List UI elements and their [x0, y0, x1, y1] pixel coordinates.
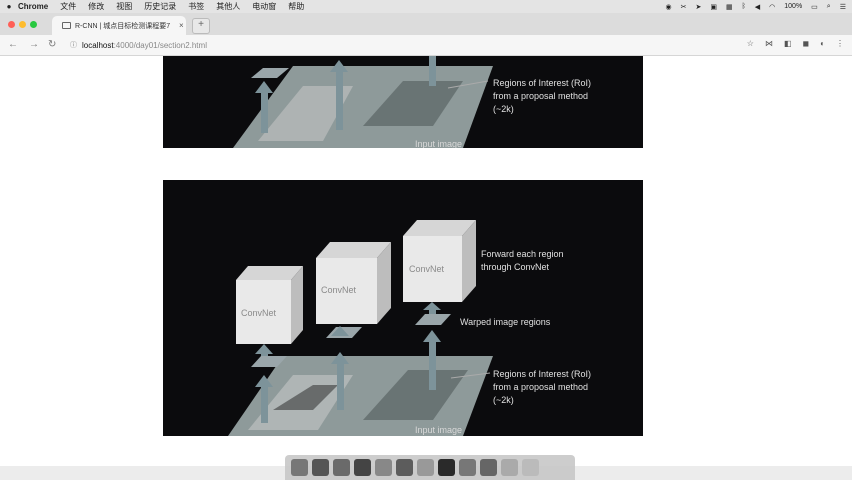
warped-label: Warped image regions	[460, 317, 551, 327]
new-tab-button[interactable]: +	[192, 18, 210, 34]
forward-label-line2: through ConvNet	[481, 262, 550, 272]
toolbar-icons: ☆ ⋈ ◧ ◼ ◐ ⋮	[747, 39, 844, 48]
macos-menubar: ● Chrome 文件 修改 视图 历史记录 书签 其他人 电动窗 帮助 ◉ ✂…	[0, 0, 852, 13]
forward-label-line1: Forward each region	[481, 249, 564, 259]
menu-item-history[interactable]: 历史记录	[144, 1, 176, 12]
roi-label-line2: from a proposal method	[493, 91, 588, 101]
roi-label-line1: Regions of Interest (RoI)	[493, 78, 591, 88]
slide-image-bottom: ConvNet ConvNet ConvNet Forward each reg…	[163, 180, 643, 436]
arrow-shaft	[429, 56, 436, 86]
address-bar[interactable]: ⓘ localhost :4000/day01/section2.html	[70, 38, 730, 52]
app-dock-icon[interactable]	[480, 459, 497, 476]
back-arrow-icon[interactable]: ←	[8, 39, 18, 50]
profile-icon[interactable]: ◐	[820, 39, 825, 48]
battery-percent: 100%	[784, 3, 803, 10]
roi-label-line2: from a proposal method	[493, 382, 588, 392]
menu-dots-icon[interactable]: ⋮	[836, 39, 844, 48]
slide-image-top: Regions of Interest (RoI) from a proposa…	[163, 56, 643, 148]
arrow-head-3	[423, 330, 441, 342]
menu-item-bookmarks[interactable]: 书签	[188, 1, 204, 12]
minimize-window-icon[interactable]	[19, 21, 26, 28]
tab-title: R-CNN | 城点目标检测课程要7	[75, 22, 171, 30]
downloads-dock-icon[interactable]	[501, 459, 518, 476]
safari-dock-icon[interactable]	[333, 459, 350, 476]
input-image-label: Input image	[415, 425, 462, 435]
roi-label-line3: (~2k)	[493, 395, 514, 405]
extension-icon-2[interactable]: ◧	[784, 39, 792, 48]
wifi-icon[interactable]: ◠	[769, 3, 775, 11]
bluetooth-icon[interactable]: ᛒ	[742, 3, 746, 10]
arrow-shaft-3	[429, 340, 436, 390]
arrow-shaft	[336, 70, 343, 130]
arrow-shaft	[261, 91, 268, 133]
dock	[285, 455, 575, 480]
reload-icon[interactable]: ↻	[48, 39, 56, 50]
url-host: localhost	[82, 40, 114, 50]
menu-item-file[interactable]: 文件	[60, 1, 76, 12]
tab-close-icon[interactable]: ×	[179, 21, 184, 30]
roi-label-line3: (~2k)	[493, 104, 514, 114]
launchpad-dock-icon[interactable]	[312, 459, 329, 476]
textedit-dock-icon[interactable]	[459, 459, 476, 476]
trash-dock-icon[interactable]	[522, 459, 539, 476]
menu-item-window[interactable]: 电动窗	[252, 1, 276, 12]
battery-icon[interactable]: ▭	[811, 3, 818, 11]
convnet-label-3: ConvNet	[409, 264, 445, 274]
menu-item-edit[interactable]: 修改	[88, 1, 104, 12]
pycharm-dock-icon[interactable]	[354, 459, 371, 476]
chrome-dock-icon[interactable]	[396, 459, 413, 476]
menu-item-help[interactable]: 帮助	[288, 1, 304, 12]
tab-active[interactable]: R-CNN | 城点目标检测课程要7 ×	[52, 16, 186, 35]
tab-strip: R-CNN | 城点目标检测课程要7 ×	[0, 13, 852, 35]
location-icon[interactable]: ➤	[695, 3, 701, 11]
window-controls	[8, 21, 37, 28]
rcnn-diagram-top: Regions of Interest (RoI) from a proposa…	[233, 56, 591, 148]
input-image-label: Input image	[415, 139, 462, 148]
preferences-dock-icon[interactable]	[417, 459, 434, 476]
menu-app-name[interactable]: Chrome	[18, 2, 48, 11]
grid-icon[interactable]: ▦	[726, 3, 733, 11]
convnet-label-2: ConvNet	[321, 285, 357, 295]
terminal-dock-icon[interactable]	[438, 459, 455, 476]
roi-label-line1: Regions of Interest (RoI)	[493, 369, 591, 379]
list-icon[interactable]: ☰	[840, 3, 846, 11]
convnet-label-1: ConvNet	[241, 308, 277, 318]
toolbar: ← → ↻ ⓘ localhost :4000/day01/section2.h…	[0, 35, 852, 56]
preview-dock-icon[interactable]	[375, 459, 392, 476]
menu-item-view[interactable]: 视图	[116, 1, 132, 12]
zoom-window-icon[interactable]	[30, 21, 37, 28]
status-icons: ◉ ✂ ➤ ▣ ▦ ᛒ ◀ ◠ 100% ▭ ⌕ ☰	[665, 0, 846, 13]
arrow-head-4	[255, 344, 273, 354]
arrow-head	[255, 81, 273, 93]
finder-dock-icon[interactable]	[291, 459, 308, 476]
arrow-shaft-2	[337, 362, 344, 410]
warped-patch-3	[415, 314, 451, 325]
info-icon[interactable]: ⓘ	[70, 40, 77, 50]
page-favicon-icon	[62, 22, 71, 29]
apple-icon[interactable]: ●	[0, 2, 18, 11]
volume-icon[interactable]: ◀	[755, 3, 760, 11]
rcnn-diagram: ConvNet ConvNet ConvNet Forward each reg…	[228, 220, 591, 436]
page-content: Regions of Interest (RoI) from a proposa…	[0, 56, 852, 466]
arrow-shaft-1	[261, 385, 268, 423]
url-path: :4000/day01/section2.html	[113, 40, 207, 50]
arrow-head-6	[423, 302, 441, 310]
record-icon[interactable]: ▣	[710, 3, 717, 11]
menu-item-people[interactable]: 其他人	[216, 1, 240, 12]
forward-arrow-icon[interactable]: →	[29, 39, 39, 50]
search-icon[interactable]: ⌕	[827, 3, 831, 11]
scissors-icon[interactable]: ✂	[681, 3, 687, 11]
roi-patch	[251, 68, 289, 78]
close-window-icon[interactable]	[8, 21, 15, 28]
bookmark-star-icon[interactable]: ☆	[747, 39, 754, 48]
wechat-icon[interactable]: ◉	[665, 3, 671, 11]
extension-icon-3[interactable]: ◼	[803, 39, 810, 48]
extension-icon[interactable]: ⋈	[765, 39, 773, 48]
